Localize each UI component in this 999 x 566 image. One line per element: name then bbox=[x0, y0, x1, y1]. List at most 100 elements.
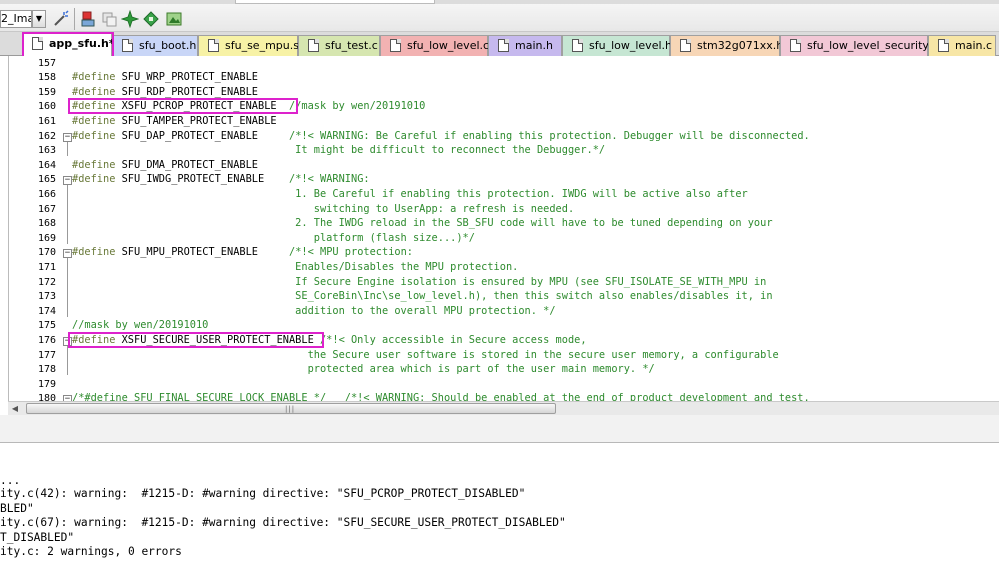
file-icon bbox=[498, 39, 509, 52]
line-number: 170 bbox=[37, 247, 56, 259]
grip-icon: ||| bbox=[285, 405, 296, 413]
code-line[interactable]: It might be difficult to reconnect the D… bbox=[72, 144, 605, 156]
code-line[interactable]: platform (flash size...)*/ bbox=[72, 232, 475, 244]
active-tab-highlight bbox=[22, 32, 114, 59]
code-comment: 2. The IWDG reload in the SB_SFU code wi… bbox=[72, 217, 773, 230]
define-keyword: #define bbox=[72, 71, 116, 84]
fold-guide bbox=[67, 141, 68, 157]
code-line[interactable]: #define SFU_MPU_PROTECT_ENABLE /*!< MPU … bbox=[72, 246, 413, 258]
file-icon bbox=[208, 39, 219, 52]
code-comment: SE_CoreBin\Inc\se_low_level.h), then thi… bbox=[72, 290, 773, 303]
copy-icon[interactable] bbox=[99, 9, 119, 29]
code-line[interactable]: 2. The IWDG reload in the SB_SFU code wi… bbox=[72, 217, 773, 230]
define-keyword: #define bbox=[72, 173, 116, 186]
line-number: 173 bbox=[37, 291, 56, 303]
horizontal-scrollbar[interactable]: ◀ ||| bbox=[8, 401, 999, 415]
manage-icon[interactable] bbox=[120, 9, 140, 29]
fold-guide bbox=[67, 345, 68, 376]
line-number: 161 bbox=[37, 115, 56, 127]
tab-stm32g071xx-h[interactable]: stm32g071xx.h bbox=[670, 35, 783, 56]
pack-installer-icon[interactable] bbox=[164, 9, 184, 29]
tab-sfu-boot-h[interactable]: sfu_boot.h bbox=[112, 35, 198, 56]
load-icon[interactable] bbox=[78, 9, 98, 29]
fold-toggle-icon[interactable]: − bbox=[63, 176, 72, 186]
tab-sfu-se-mpu-s[interactable]: sfu_se_mpu.s bbox=[198, 35, 299, 56]
code-line[interactable]: //mask by wen/20191010 bbox=[72, 319, 208, 331]
tab-sfu-test-c[interactable]: sfu_test.c bbox=[298, 35, 380, 56]
code-comment: protected area which is part of the user… bbox=[72, 363, 655, 376]
tab-main-c[interactable]: main.c bbox=[928, 35, 996, 56]
code-comment: If Secure Engine isolation is ensured by… bbox=[72, 275, 767, 288]
build-output-line: ity.c(67): warning: #1215-D: #warning di… bbox=[0, 516, 566, 529]
code-line[interactable]: protected area which is part of the user… bbox=[72, 363, 655, 375]
line-number: 159 bbox=[37, 86, 56, 98]
fold-guide bbox=[67, 185, 68, 244]
code-line[interactable]: switching to UserApp: a refresh is neede… bbox=[72, 203, 574, 215]
code-line[interactable]: If Secure Engine isolation is ensured by… bbox=[72, 276, 766, 288]
macro-name: SFU_MPU_PROTECT_ENABLE bbox=[115, 246, 289, 259]
line-number: 168 bbox=[37, 218, 56, 230]
tab-sfu-low-level-security-c[interactable]: sfu_low_level_security.c bbox=[780, 35, 937, 56]
tab-label: main.c bbox=[955, 39, 993, 52]
build-output-line: ... bbox=[0, 474, 21, 487]
tab-label: sfu_low_level.c bbox=[407, 39, 490, 52]
code-comment: the Secure user software is stored in th… bbox=[72, 348, 779, 361]
toolbar: 2_Imaç ▼ bbox=[0, 0, 999, 32]
define-keyword: #define bbox=[72, 85, 116, 98]
tab-label: sfu_boot.h bbox=[139, 39, 197, 52]
fold-toggle-icon[interactable]: − bbox=[63, 249, 72, 259]
code-line[interactable]: SE_CoreBin\Inc\se_low_level.h), then thi… bbox=[72, 290, 773, 303]
line-number: 178 bbox=[37, 364, 56, 376]
tab-label: sfu_se_mpu.s bbox=[225, 39, 299, 52]
code-line[interactable]: #define SFU_TAMPER_PROTECT_ENABLE bbox=[72, 115, 277, 127]
code-line[interactable]: 1. Be Careful if enabling this protectio… bbox=[72, 188, 748, 200]
code-comment: /*!< MPU protection: bbox=[289, 246, 413, 259]
code-comment: /*!< Only accessible in Secure access mo… bbox=[319, 333, 587, 346]
line-number: 175 bbox=[37, 320, 56, 332]
components-icon[interactable] bbox=[141, 9, 161, 29]
line-number: 157 bbox=[37, 57, 56, 69]
tab-label: sfu_low_level.h bbox=[589, 39, 672, 52]
scroll-left-arrow-icon[interactable]: ◀ bbox=[8, 402, 22, 415]
macro-name: SFU_DAP_PROTECT_ENABLE bbox=[115, 129, 289, 142]
build-output-line: ity.c: 2 warnings, 0 errors bbox=[0, 545, 182, 558]
build-output-panel: ... ity.c(42): warning: #1215-D: #warning… bbox=[0, 444, 999, 566]
wand-icon[interactable] bbox=[51, 9, 71, 29]
code-comment: Enables/Disables the MPU protection. bbox=[72, 260, 519, 273]
toolbar-top-field bbox=[235, 0, 435, 4]
code-line[interactable]: addition to the overall MPU protection. … bbox=[72, 305, 555, 317]
line-number: 174 bbox=[37, 305, 56, 317]
scrollbar-thumb[interactable]: ||| bbox=[26, 403, 556, 414]
code-line[interactable]: the Secure user software is stored in th… bbox=[72, 349, 779, 361]
code-line[interactable]: #define SFU_DAP_PROTECT_ENABLE /*!< WARN… bbox=[72, 130, 810, 142]
build-output-line: ity.c(42): warning: #1215-D: #warning di… bbox=[0, 487, 526, 500]
macro-name: SFU_WRP_PROTECT_ENABLE bbox=[115, 71, 258, 84]
chevron-down-icon[interactable]: ▼ bbox=[32, 10, 46, 28]
code-line[interactable]: #define SFU_WRP_PROTECT_ENABLE bbox=[72, 71, 258, 83]
code-line[interactable]: #define SFU_RDP_PROTECT_ENABLE bbox=[72, 86, 258, 98]
macro-name: SFU_DMA_PROTECT_ENABLE bbox=[115, 158, 258, 171]
line-number: 162 bbox=[37, 130, 56, 142]
line-number-gutter: 157 158 159 160 161 162 163 164 165 166 167 168 169 1… bbox=[9, 56, 59, 401]
tab-main-h[interactable]: main.h bbox=[488, 35, 562, 56]
fold-toggle-icon[interactable]: − bbox=[63, 132, 72, 142]
line-number: 160 bbox=[37, 101, 56, 113]
tab-sfu-low-level-c[interactable]: sfu_low_level.c bbox=[380, 35, 490, 56]
macro-name: SFU_RDP_PROTECT_ENABLE bbox=[115, 85, 258, 98]
define-keyword: #define bbox=[72, 246, 116, 259]
target-select[interactable]: 2_Imaç ▼ bbox=[0, 10, 46, 28]
define-keyword: #define bbox=[72, 129, 116, 142]
code-comment: //mask by wen/20191010 bbox=[72, 319, 209, 332]
panel-divider bbox=[0, 415, 999, 443]
code-line[interactable]: #define SFU_IWDG_PROTECT_ENABLE /*!< WAR… bbox=[72, 173, 370, 185]
tab-sfu-low-level-h[interactable]: sfu_low_level.h bbox=[562, 35, 672, 56]
tab-label: sfu_low_level_security.c bbox=[807, 39, 937, 52]
code-line[interactable]: #define SFU_DMA_PROTECT_ENABLE bbox=[72, 159, 258, 171]
code-line[interactable]: Enables/Disables the MPU protection. bbox=[72, 261, 518, 273]
line-number: 171 bbox=[37, 261, 56, 273]
target-select-value[interactable]: 2_Imaç bbox=[0, 10, 32, 28]
code-editor[interactable]: 157 158 159 160 161 162 163 164 165 166 167 168 169 1… bbox=[8, 56, 999, 401]
file-icon bbox=[122, 39, 133, 52]
line-number: 172 bbox=[37, 276, 56, 288]
code-line[interactable]: /*#define SFU_FINAL_SECURE_LOCK_ENABLE *… bbox=[72, 392, 810, 401]
